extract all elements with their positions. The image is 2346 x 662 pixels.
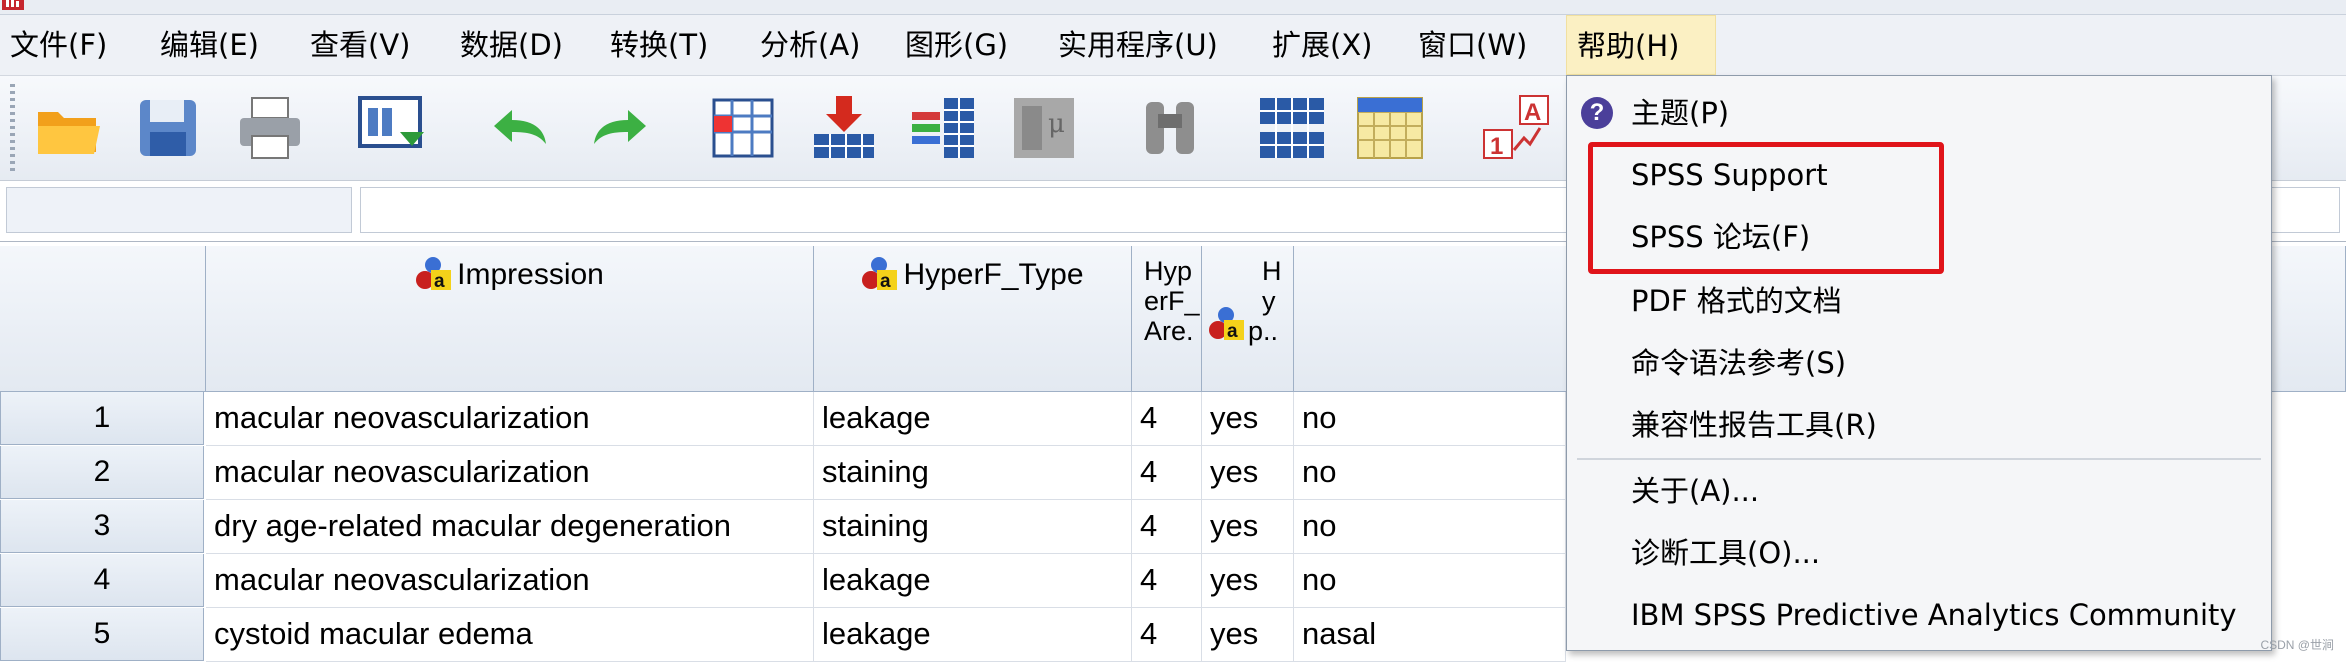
menu-item-topics[interactable]: ? 主题(P) [1567, 84, 2271, 142]
menu-transform[interactable]: 转换(T) [600, 15, 718, 75]
recall-dialog-icon[interactable] [352, 90, 428, 166]
menu-analyze[interactable]: 分析(A) [750, 15, 870, 75]
nominal-string-icon: a [416, 257, 452, 290]
table-cell[interactable]: nasal [1294, 608, 1566, 662]
table-cell[interactable]: staining [814, 446, 1132, 500]
open-folder-icon[interactable] [30, 90, 106, 166]
print-icon[interactable] [232, 90, 308, 166]
table-cell[interactable]: no [1294, 554, 1566, 608]
row-header[interactable]: 3 [0, 500, 204, 553]
menu-bar: 文件(F) 编辑(E) 查看(V) 数据(D) 转换(T) 分析(A) 图形(G… [0, 15, 2346, 76]
menu-file[interactable]: 文件(F) [0, 15, 117, 75]
column-name-line: Hyp [1144, 256, 1193, 286]
red-highlight-box [1588, 142, 1944, 274]
menu-edit[interactable]: 编辑(E) [150, 15, 269, 75]
nominal-string-icon: a [862, 257, 898, 290]
table-cell[interactable]: macular neovascularization [206, 446, 814, 500]
variables-icon[interactable] [906, 90, 982, 166]
column-name: HyperF_Type [903, 258, 1084, 291]
column-name-line: Are. [1144, 316, 1194, 346]
table-cell[interactable]: yes [1202, 392, 1294, 446]
menu-item-diagnostics[interactable]: 诊断工具(O)... [1567, 524, 2271, 582]
cell-reference-box[interactable] [6, 187, 352, 233]
insert-cases-icon[interactable] [1254, 90, 1330, 166]
menu-graphs[interactable]: 图形(G) [895, 15, 1018, 75]
svg-text:A: A [1524, 99, 1541, 126]
watermark: CSDN @世涧 [2260, 638, 2334, 652]
help-topics-icon: ? [1581, 97, 1613, 129]
table-cell[interactable]: leakage [814, 392, 1132, 446]
value-labels-icon[interactable]: A1 [1478, 90, 1554, 166]
svg-text:a: a [880, 271, 891, 290]
row-header[interactable]: 1 [0, 392, 204, 445]
column-name: Impression [457, 258, 604, 291]
menu-help[interactable]: 帮助(H) [1566, 15, 1716, 75]
table-cell[interactable]: leakage [814, 608, 1132, 662]
table-cell[interactable]: yes [1202, 500, 1294, 554]
grid-corner[interactable] [0, 246, 206, 392]
column-name-line: p.. [1248, 316, 1279, 346]
goto-variable-icon[interactable] [806, 90, 882, 166]
menu-data[interactable]: 数据(D) [450, 15, 573, 75]
row-header[interactable]: 2 [0, 446, 204, 499]
redo-icon[interactable] [582, 90, 658, 166]
menu-item-pdf-docs[interactable]: PDF 格式的文档 [1567, 272, 2271, 330]
insert-variable-icon[interactable] [1352, 90, 1428, 166]
table-cell[interactable]: 4 [1132, 500, 1202, 554]
column-name-line: y [1262, 286, 1276, 316]
table-cell[interactable]: 4 [1132, 554, 1202, 608]
menu-view[interactable]: 查看(V) [300, 15, 420, 75]
table-cell[interactable]: yes [1202, 608, 1294, 662]
table-cell[interactable]: cystoid macular edema [206, 608, 814, 662]
menu-window[interactable]: 窗口(W) [1408, 15, 1537, 75]
nominal-string-icon: a [1209, 307, 1244, 340]
menu-item-compat-report[interactable]: 兼容性报告工具(R) [1567, 396, 2271, 454]
table-cell[interactable]: no [1294, 500, 1566, 554]
menu-utilities[interactable]: 实用程序(U) [1048, 15, 1228, 75]
save-icon[interactable] [130, 90, 206, 166]
menu-item-label: 主题(P) [1631, 96, 1730, 130]
table-cell[interactable]: 4 [1132, 392, 1202, 446]
column-header-impression[interactable]: a Impression [206, 246, 814, 392]
menu-item-command-syntax[interactable]: 命令语法参考(S) [1567, 334, 2271, 392]
table-cell[interactable]: macular neovascularization [206, 554, 814, 608]
toolbar-grip[interactable] [10, 84, 15, 172]
svg-text:1: 1 [1490, 133, 1503, 160]
undo-icon[interactable] [482, 90, 558, 166]
row-header[interactable]: 5 [0, 608, 204, 661]
table-cell[interactable]: macular neovascularization [206, 392, 814, 446]
goto-case-icon[interactable] [706, 90, 782, 166]
descriptive-stats-icon[interactable]: μ [1006, 90, 1082, 166]
column-header-hyperf-area[interactable]: Hyp erF_ Are. [1132, 246, 1202, 392]
svg-text:μ: μ [1048, 109, 1065, 139]
table-cell[interactable]: no [1294, 446, 1566, 500]
column-name-line: H [1262, 256, 1282, 286]
find-icon[interactable] [1132, 90, 1208, 166]
table-cell[interactable]: 4 [1132, 608, 1202, 662]
svg-text:a: a [434, 271, 445, 290]
title-bar [0, 0, 2346, 15]
menu-item-about[interactable]: 关于(A)... [1567, 462, 2271, 520]
table-cell[interactable]: 4 [1132, 446, 1202, 500]
column-name-line: erF_ [1144, 286, 1200, 316]
table-cell[interactable]: dry age-related macular degeneration [206, 500, 814, 554]
table-cell[interactable]: no [1294, 392, 1566, 446]
table-cell[interactable]: yes [1202, 446, 1294, 500]
table-cell[interactable]: yes [1202, 554, 1294, 608]
spss-app-icon [2, 0, 24, 10]
menu-extensions[interactable]: 扩展(X) [1262, 15, 1383, 75]
svg-text:a: a [1227, 321, 1238, 340]
table-cell[interactable]: staining [814, 500, 1132, 554]
row-header[interactable]: 4 [0, 554, 204, 607]
column-header-hyperf-type[interactable]: a HyperF_Type [814, 246, 1132, 392]
menu-item-community[interactable]: IBM SPSS Predictive Analytics Community [1567, 586, 2271, 644]
table-cell[interactable]: leakage [814, 554, 1132, 608]
column-header-hyp[interactable]: a H y p.. [1202, 246, 1294, 392]
menu-separator [1577, 458, 2261, 460]
